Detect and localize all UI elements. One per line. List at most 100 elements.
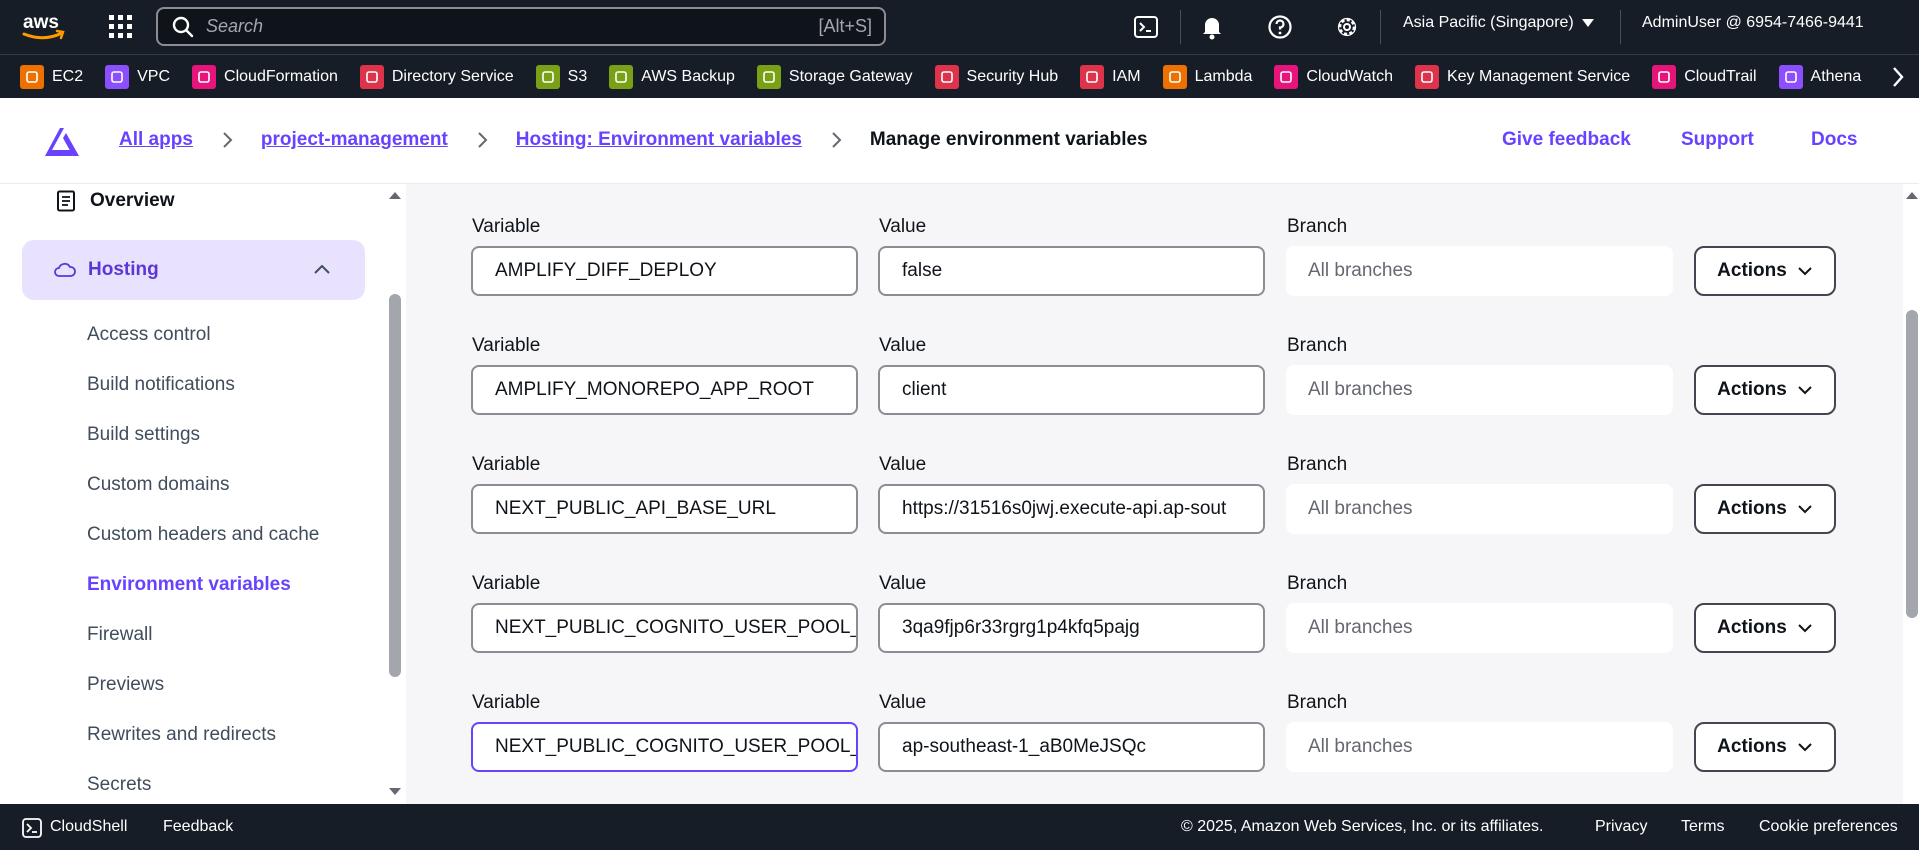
sidebar-item-custom-domains[interactable]: Custom domains (87, 474, 230, 496)
sidebar-item-previews[interactable]: Previews (87, 674, 164, 696)
sidebar-item-hosting[interactable]: Hosting (22, 240, 365, 300)
service-icon (1778, 64, 1803, 89)
favorite-cloudwatch[interactable]: CloudWatch (1274, 64, 1393, 89)
branch-select[interactable]: All branches (1286, 246, 1673, 296)
favorite-security-hub[interactable]: Security Hub (934, 64, 1058, 89)
sidebar-item-rewrites[interactable]: Rewrites and redirects (87, 724, 276, 746)
sidebar-scrollbar[interactable] (389, 294, 401, 677)
variable-input[interactable]: NEXT_PUBLIC_COGNITO_USER_POOL_I (471, 722, 858, 772)
scroll-up-arrow-icon[interactable] (388, 190, 402, 200)
footer-terms-link[interactable]: Terms (1681, 818, 1725, 836)
value-input[interactable]: ap-southeast-1_aB0MeJSQc (878, 722, 1265, 772)
service-icon (192, 64, 217, 89)
docs-link[interactable]: Docs (1811, 129, 1857, 151)
variable-input[interactable]: AMPLIFY_DIFF_DEPLOY (471, 246, 858, 296)
footer-feedback-link[interactable]: Feedback (163, 818, 233, 836)
sidebar-item-overview[interactable]: Overview (56, 190, 175, 212)
service-icon (20, 64, 44, 89)
actions-button-label: Actions (1717, 379, 1787, 400)
region-label: Asia Pacific (Singapore) (1403, 14, 1574, 31)
sidebar-item-label: Hosting (88, 259, 159, 280)
account-label: AdminUser @ 6954-7466-9441 (1642, 14, 1864, 31)
search-shortcut: [Alt+S] (818, 16, 872, 36)
footer-cloudshell-link[interactable]: CloudShell (50, 818, 127, 836)
breadcrumb-all-apps[interactable]: All apps (119, 129, 193, 151)
favorite-lambda[interactable]: Lambda (1162, 64, 1252, 89)
sidebar-item-build-settings[interactable]: Build settings (87, 424, 200, 446)
variable-input[interactable]: AMPLIFY_MONOREPO_APP_ROOT (471, 365, 858, 415)
actions-button[interactable]: Actions (1694, 246, 1836, 296)
sidebar-item-environment-variables[interactable]: Environment variables (87, 574, 291, 596)
actions-button[interactable]: Actions (1694, 365, 1836, 415)
grid-icon[interactable] (108, 14, 134, 40)
aws-logo[interactable]: aws (20, 8, 68, 44)
account-menu[interactable]: AdminUser @ 6954-7466-9441 (1642, 14, 1864, 32)
variable-input[interactable]: NEXT_PUBLIC_COGNITO_USER_POOL_( (471, 603, 858, 653)
variable-input[interactable]: NEXT_PUBLIC_API_BASE_URL (471, 484, 858, 534)
favorite-label: CloudFormation (224, 67, 338, 85)
sidebar-item-custom-headers[interactable]: Custom headers and cache (87, 524, 319, 546)
value-input[interactable]: false (878, 246, 1265, 296)
favorite-s3[interactable]: S3 (535, 64, 587, 89)
favorite-key-management-service[interactable]: Key Management Service (1414, 64, 1631, 89)
chevron-up-icon[interactable] (313, 262, 331, 276)
give-feedback-link[interactable]: Give feedback (1502, 129, 1631, 151)
svg-text:aws: aws (23, 12, 59, 33)
favorite-cloudformation[interactable]: CloudFormation (192, 64, 338, 89)
main-scrollbar[interactable] (1906, 310, 1918, 618)
actions-button[interactable]: Actions (1694, 722, 1836, 772)
footer-privacy-link[interactable]: Privacy (1595, 818, 1647, 836)
value-input[interactable]: 3qa9fjp6r33rgrg1p4kfq5pajg (878, 603, 1265, 653)
sidebar-item-firewall[interactable]: Firewall (87, 624, 152, 646)
favorite-label: Directory Service (391, 67, 514, 85)
favorite-label: EC2 (52, 67, 84, 85)
value-input[interactable]: client (878, 365, 1265, 415)
service-icon (105, 64, 130, 89)
breadcrumb-project[interactable]: project-management (261, 129, 448, 151)
branch-select[interactable]: All branches (1286, 722, 1673, 772)
service-icon (1274, 64, 1299, 89)
branch-select[interactable]: All branches (1286, 484, 1673, 534)
favorite-ec2[interactable]: EC2 (20, 64, 84, 89)
bell-icon[interactable] (1198, 13, 1226, 41)
service-icon (1162, 64, 1187, 89)
scroll-up-arrow-icon[interactable] (1905, 190, 1919, 200)
amplify-logo[interactable] (42, 120, 82, 160)
sidebar-item-build-notifications[interactable]: Build notifications (87, 374, 235, 396)
branch-label: Branch (1287, 573, 1348, 594)
sidebar-item-label: Overview (90, 190, 175, 211)
value-label: Value (879, 573, 927, 594)
footer-cookie-preferences-link[interactable]: Cookie preferences (1759, 818, 1898, 836)
favorite-iam[interactable]: IAM (1080, 64, 1141, 89)
region-selector[interactable]: Asia Pacific (Singapore) (1403, 14, 1594, 32)
chevron-right-icon[interactable] (1887, 64, 1909, 90)
breadcrumb-hosting-env[interactable]: Hosting: Environment variables (516, 129, 802, 151)
favorite-vpc[interactable]: VPC (105, 64, 170, 89)
favorite-cloudtrail[interactable]: CloudTrail (1652, 64, 1757, 89)
gear-icon[interactable] (1333, 13, 1361, 41)
document-icon (57, 190, 75, 212)
favorite-label: Key Management Service (1446, 67, 1631, 85)
favorite-storage-gateway[interactable]: Storage Gateway (756, 64, 913, 89)
actions-button[interactable]: Actions (1694, 603, 1836, 653)
support-link[interactable]: Support (1681, 129, 1754, 151)
chevron-down-icon (1798, 505, 1812, 514)
favorite-athena[interactable]: Athena (1778, 64, 1861, 89)
search-bar[interactable]: [Alt+S] (156, 7, 886, 46)
branch-select[interactable]: All branches (1286, 365, 1673, 415)
cloudshell-icon[interactable] (22, 818, 42, 838)
cloudshell-icon[interactable] (1132, 13, 1160, 41)
favorite-aws-backup[interactable]: AWS Backup (609, 64, 735, 89)
service-icon (1652, 64, 1677, 89)
value-input[interactable]: https://31516s0jwj.execute-api.ap-sout (878, 484, 1265, 534)
branch-select[interactable]: All branches (1286, 603, 1673, 653)
sidebar-item-access-control[interactable]: Access control (87, 324, 211, 346)
sidebar-item-secrets[interactable]: Secrets (87, 774, 151, 796)
search-input[interactable] (206, 16, 819, 37)
variable-label: Variable (472, 692, 541, 713)
actions-button[interactable]: Actions (1694, 484, 1836, 534)
help-icon[interactable] (1266, 13, 1294, 41)
favorite-directory-service[interactable]: Directory Service (359, 64, 514, 89)
scroll-down-arrow-icon[interactable] (388, 787, 402, 797)
service-icon (1414, 64, 1439, 89)
